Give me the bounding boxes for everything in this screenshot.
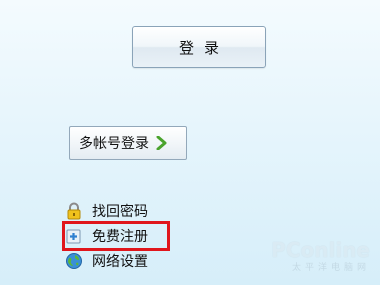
login-button[interactable]: 登录 [132, 26, 266, 68]
chevron-right-icon [156, 135, 168, 151]
lock-icon [65, 202, 83, 220]
forgot-password-label: 找回密码 [92, 203, 148, 220]
multi-account-login-label: 多帐号登录 [79, 136, 149, 152]
globe-icon [65, 252, 83, 270]
network-settings-label: 网络设置 [92, 253, 148, 270]
multi-account-login-button[interactable]: 多帐号登录 [69, 126, 187, 160]
login-button-label: 登录 [178, 38, 229, 57]
watermark-brand: PConline [271, 238, 370, 262]
forgot-password-link[interactable]: 找回密码 [65, 198, 148, 223]
register-highlight-box [62, 221, 170, 251]
watermark: PConline 太平洋电脑网 [271, 238, 370, 273]
network-settings-link[interactable]: 网络设置 [65, 248, 148, 273]
